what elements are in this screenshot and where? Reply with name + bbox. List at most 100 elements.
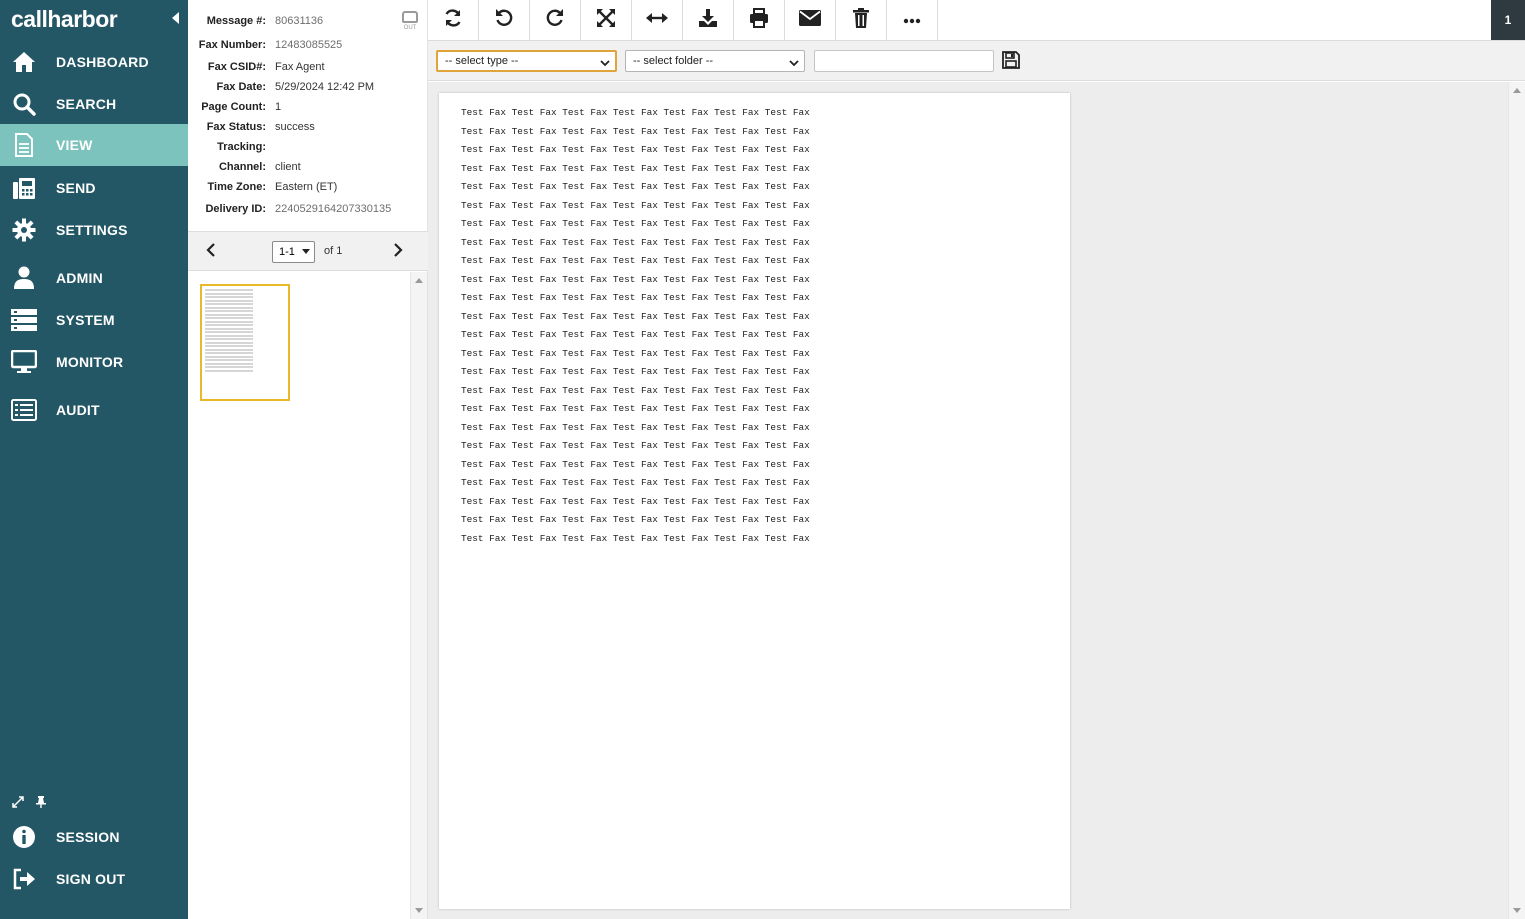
search-icon [11, 91, 37, 117]
save-icon[interactable] [1002, 51, 1020, 74]
nav-item-send[interactable]: SEND [0, 167, 188, 209]
previous-page-icon[interactable] [206, 243, 216, 260]
nav-item-system[interactable]: SYSTEM [0, 299, 188, 341]
page-range-select[interactable]: 1-1 [272, 241, 315, 263]
scroll-down-icon[interactable] [415, 908, 423, 913]
info-label: Fax Date: [216, 81, 266, 93]
fax-text-line: Test Fax Test Fax Test Fax Test Fax Test… [461, 273, 810, 285]
info-row-page-count: Page Count: 1 [188, 101, 428, 119]
nav-item-admin[interactable]: ADMIN [0, 257, 188, 299]
type-select-value: -- select type -- [445, 55, 519, 67]
rotate-left-icon [494, 8, 514, 33]
thumbnail-line [205, 317, 253, 319]
rotate-left-button[interactable] [479, 0, 530, 40]
nav-item-settings[interactable]: SETTINGS [0, 209, 188, 251]
nav-label: MONITOR [56, 354, 124, 370]
scroll-up-icon[interactable] [1513, 88, 1521, 93]
page-thumbnail[interactable] [200, 284, 290, 401]
email-button[interactable] [785, 0, 836, 40]
rotate-right-icon [545, 8, 565, 33]
nav-label: AUDIT [56, 402, 100, 418]
message-counter[interactable]: 1 [1491, 0, 1525, 40]
nav-item-view[interactable]: VIEW [0, 124, 188, 166]
thumbnail-line [205, 341, 253, 344]
fax-text-line: Test Fax Test Fax Test Fax Test Fax Test… [461, 347, 810, 359]
fit-page-button[interactable] [581, 0, 632, 40]
folder-select-value: -- select folder -- [633, 55, 714, 67]
thumbnail-line [205, 366, 253, 368]
chevron-down-icon [789, 55, 799, 75]
nav-item-dashboard[interactable]: DASHBOARD [0, 41, 188, 83]
chevron-down-icon [302, 249, 310, 254]
thumbnail-line [205, 324, 253, 326]
fax-text-line: Test Fax Test Fax Test Fax Test Fax Test… [461, 292, 810, 303]
folder-select[interactable]: -- select folder -- [625, 50, 805, 72]
more-button[interactable] [887, 0, 938, 40]
nav-label: SEND [56, 180, 96, 196]
nav-label: SEARCH [56, 96, 117, 112]
info-row-status: Fax Status: success [188, 121, 428, 139]
thumbnail-lines [205, 289, 285, 372]
fax-date: 5/29/2024 12:42 PM [275, 81, 375, 93]
email-icon [799, 9, 821, 31]
thumbnail-line [205, 355, 253, 358]
fit-width-button[interactable] [632, 0, 683, 40]
fax-text-line: Test Fax Test Fax Test Fax Test Fax Test… [461, 366, 810, 377]
fit-width-icon [646, 11, 668, 29]
info-label: Fax CSID#: [207, 61, 266, 73]
expand-icon[interactable] [12, 796, 24, 811]
trash-icon [853, 7, 869, 33]
download-button[interactable] [683, 0, 734, 40]
sidebar-tools [12, 796, 46, 811]
thumbnail-line [205, 299, 253, 302]
nav-item-audit[interactable]: AUDIT [0, 389, 188, 431]
fax-text-line: Test Fax Test Fax Test Fax Test Fax Test… [461, 199, 810, 211]
thumbnail-line [205, 292, 253, 295]
nav-label: SYSTEM [56, 312, 115, 328]
collapse-sidebar-icon[interactable] [172, 12, 179, 24]
thumbnail-line [205, 327, 253, 330]
info-row-csid: Fax CSID#: Fax Agent [188, 61, 428, 79]
nav-item-monitor[interactable]: MONITOR [0, 341, 188, 383]
scroll-down-icon[interactable] [1513, 908, 1521, 913]
gear-icon [11, 217, 37, 243]
thumbnail-line [205, 303, 253, 305]
type-select[interactable]: -- select type -- [436, 50, 617, 72]
fax-text-line: Test Fax Test Fax Test Fax Test Fax Test… [461, 384, 810, 396]
print-button[interactable] [734, 0, 785, 40]
info-row-date: Fax Date: 5/29/2024 12:42 PM [188, 81, 428, 99]
nav-item-sign-out[interactable]: SIGN OUT [0, 858, 188, 900]
delete-button[interactable] [836, 0, 887, 40]
download-icon [698, 8, 718, 33]
thumbnail-line [205, 306, 253, 309]
thumbnail-line [205, 310, 253, 312]
nav-label: SETTINGS [56, 222, 128, 238]
pin-icon[interactable] [36, 796, 46, 811]
nav-item-session[interactable]: SESSION [0, 816, 188, 858]
channel-value: client [275, 161, 301, 173]
refresh-button[interactable] [428, 0, 479, 40]
thumbnail-line [205, 313, 253, 316]
fax-text-line: Test Fax Test Fax Test Fax Test Fax Test… [461, 458, 810, 470]
fax-text-line: Test Fax Test Fax Test Fax Test Fax Test… [461, 236, 810, 248]
info-icon [11, 824, 37, 850]
fax-csid: Fax Agent [275, 61, 325, 73]
viewer-scrollbar[interactable] [1508, 82, 1525, 919]
thumbnail-scrollbar[interactable] [410, 272, 427, 919]
fit-page-icon [596, 8, 616, 33]
next-page-icon[interactable] [393, 243, 403, 260]
fax-text-line: Test Fax Test Fax Test Fax Test Fax Test… [461, 532, 810, 544]
fax-page-content: Test Fax Test Fax Test Fax Test Fax Test… [461, 104, 810, 548]
info-label: Fax Status: [206, 121, 266, 133]
page-total: of 1 [324, 245, 343, 257]
fax-text-line: Test Fax Test Fax Test Fax Test Fax Test… [461, 162, 810, 174]
fax-text-line: Test Fax Test Fax Test Fax Test Fax Test… [461, 255, 810, 266]
info-label: Time Zone: [207, 181, 266, 193]
rotate-right-button[interactable] [530, 0, 581, 40]
scroll-up-icon[interactable] [415, 278, 423, 283]
timezone-value: Eastern (ET) [275, 181, 338, 193]
nav-label: DASHBOARD [56, 54, 149, 70]
nav-item-search[interactable]: SEARCH [0, 83, 188, 125]
tag-input[interactable] [814, 50, 994, 72]
fax-text-line: Test Fax Test Fax Test Fax Test Fax Test… [461, 477, 810, 488]
